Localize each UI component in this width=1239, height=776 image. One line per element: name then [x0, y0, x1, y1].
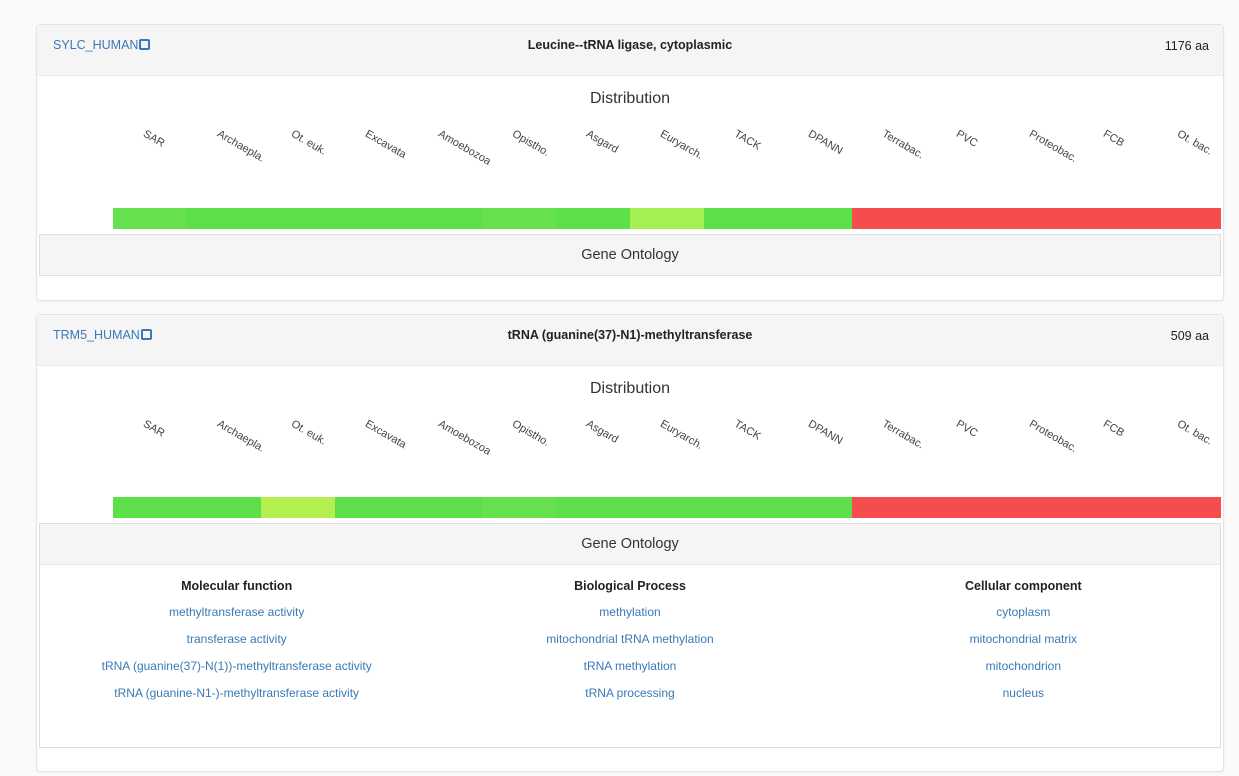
go-term-link[interactable]: tRNA (guanine-N1-)-methyltransferase act… [40, 686, 433, 700]
protein-card-trm5: TRM5_HUMAN tRNA (guanine(37)-N1)-methylt… [36, 314, 1224, 772]
distribution-segment [630, 497, 704, 518]
distribution-segment [1147, 497, 1221, 518]
taxon-label: Opistho. [510, 418, 552, 449]
taxon-label: Archaepla. [214, 418, 267, 455]
taxon-label: SAR [141, 418, 167, 440]
distribution-segment [999, 497, 1074, 518]
distribution-title: Distribution [589, 380, 671, 397]
taxon-label: Excavata [362, 418, 408, 452]
protein-name: tRNA (guanine(37)-N1)-methyltransferase [507, 328, 753, 342]
taxon-label: Amoebozoa [436, 418, 494, 458]
distribution-segment [630, 208, 704, 229]
taxon-label: PVC [953, 128, 980, 150]
taxon-label: Ot. bac. [1175, 418, 1215, 448]
taxon-label: Archaepla. [214, 128, 267, 165]
go-term-link[interactable]: cytoplasm [827, 605, 1220, 619]
taxon-label: Terrabac. [879, 128, 926, 162]
distribution-segment [851, 208, 926, 229]
distribution-segment [113, 497, 187, 518]
go-term-link[interactable]: tRNA processing [433, 686, 826, 700]
protein-length: 1176 aa [1164, 39, 1209, 53]
distribution-segment [556, 497, 631, 518]
taxon-label: Ot. euk. [288, 418, 329, 448]
taxon-label: Amoebozoa [436, 128, 494, 168]
distribution-title: Distribution [589, 90, 671, 107]
gene-ontology-title[interactable]: Gene Ontology [40, 524, 1220, 565]
distribution-segment [113, 208, 187, 229]
taxon-label: Asgard [584, 418, 621, 446]
protein-card-sylc: SYLC_HUMAN Leucine--tRNA ligase, cytopla… [36, 24, 1224, 301]
gene-ontology-panel: Gene Ontology Molecular function methyltr… [39, 523, 1221, 748]
card-header: SYLC_HUMAN Leucine--tRNA ligase, cytopla… [37, 25, 1223, 76]
distribution-bar [113, 208, 1221, 229]
protein-length: 509 aa [1170, 329, 1209, 343]
go-column-heading: Cellular component [964, 579, 1082, 593]
taxon-labels: SAR Archaepla. Ot. euk. Excavata Amoebozoa Op… [37, 114, 1223, 184]
taxon-label: Opistho. [510, 128, 552, 159]
go-column: Biological Process methylation mitochondri… [433, 579, 826, 713]
distribution-segment [186, 208, 261, 229]
taxon-label: Euryarch. [658, 418, 705, 452]
taxon-label: Euryarch. [658, 128, 705, 162]
distribution-segment [851, 497, 926, 518]
go-term-link[interactable]: mitochondrial tRNA methylation [433, 632, 826, 646]
distribution-segment [260, 497, 335, 518]
protein-name: Leucine--tRNA ligase, cytoplasmic [527, 38, 733, 52]
distribution-segment [703, 497, 778, 518]
distribution-segment [1073, 497, 1148, 518]
taxon-label: Ot. euk. [288, 128, 329, 158]
card-header: TRM5_HUMAN tRNA (guanine(37)-N1)-methylt… [37, 315, 1223, 366]
gene-ontology-panel: Gene Ontology [39, 234, 1221, 276]
go-term-link[interactable]: methylation [433, 605, 826, 619]
taxon-label: PVC [953, 418, 980, 440]
go-column: Molecular function methyltransferase acti… [40, 579, 433, 713]
taxon-label: FCB [1101, 128, 1127, 150]
go-term-link[interactable]: mitochondrial matrix [827, 632, 1220, 646]
distribution-segment [334, 208, 409, 229]
gene-ontology-columns: Molecular function methyltransferase acti… [40, 565, 1220, 713]
go-column: Cellular component cytoplasm mitochondrial… [827, 579, 1220, 713]
taxon-label: Ot. bac. [1175, 128, 1215, 158]
go-column-heading: Molecular function [181, 579, 293, 593]
taxon-label: SAR [141, 128, 167, 150]
distribution-segment [334, 497, 409, 518]
distribution-segment [186, 497, 261, 518]
go-term-link[interactable]: tRNA methylation [433, 659, 826, 673]
taxon-labels: SAR Archaepla. Ot. euk. Excavata Amoebozoa Op… [37, 404, 1223, 474]
taxon-label: FCB [1101, 418, 1127, 440]
distribution-segment [925, 208, 1000, 229]
distribution-segment [703, 208, 778, 229]
distribution-segment [925, 497, 1000, 518]
taxon-label: TACK [731, 128, 763, 153]
distribution-segment [408, 497, 483, 518]
taxon-label: Proteobac. [1027, 418, 1080, 455]
distribution-segment [408, 208, 483, 229]
taxon-label: Proteobac. [1027, 128, 1080, 165]
distribution-bar [113, 497, 1221, 518]
go-term-link[interactable]: mitochondrion [827, 659, 1220, 673]
distribution-segment [482, 497, 557, 518]
taxon-label: DPANN [805, 418, 845, 448]
taxon-label: Asgard [584, 128, 621, 156]
distribution-segment [1147, 208, 1221, 229]
taxon-label: Excavata [362, 128, 408, 162]
gene-ontology-title[interactable]: Gene Ontology [40, 235, 1220, 275]
go-term-link[interactable]: nucleus [827, 686, 1220, 700]
distribution-segment [260, 208, 335, 229]
distribution-segment [777, 497, 852, 518]
distribution-segment [1073, 208, 1148, 229]
distribution-segment [999, 208, 1074, 229]
distribution-segment [556, 208, 631, 229]
taxon-label: DPANN [805, 128, 845, 158]
distribution-segment [482, 208, 557, 229]
taxon-label: Terrabac. [879, 418, 926, 452]
go-column-heading: Biological Process [574, 579, 686, 593]
go-term-link[interactable]: transferase activity [40, 632, 433, 646]
distribution-segment [777, 208, 852, 229]
go-term-link[interactable]: tRNA (guanine(37)-N(1))-methyltransferas… [40, 659, 433, 673]
go-term-link[interactable]: methyltransferase activity [40, 605, 433, 619]
taxon-label: TACK [731, 418, 763, 443]
